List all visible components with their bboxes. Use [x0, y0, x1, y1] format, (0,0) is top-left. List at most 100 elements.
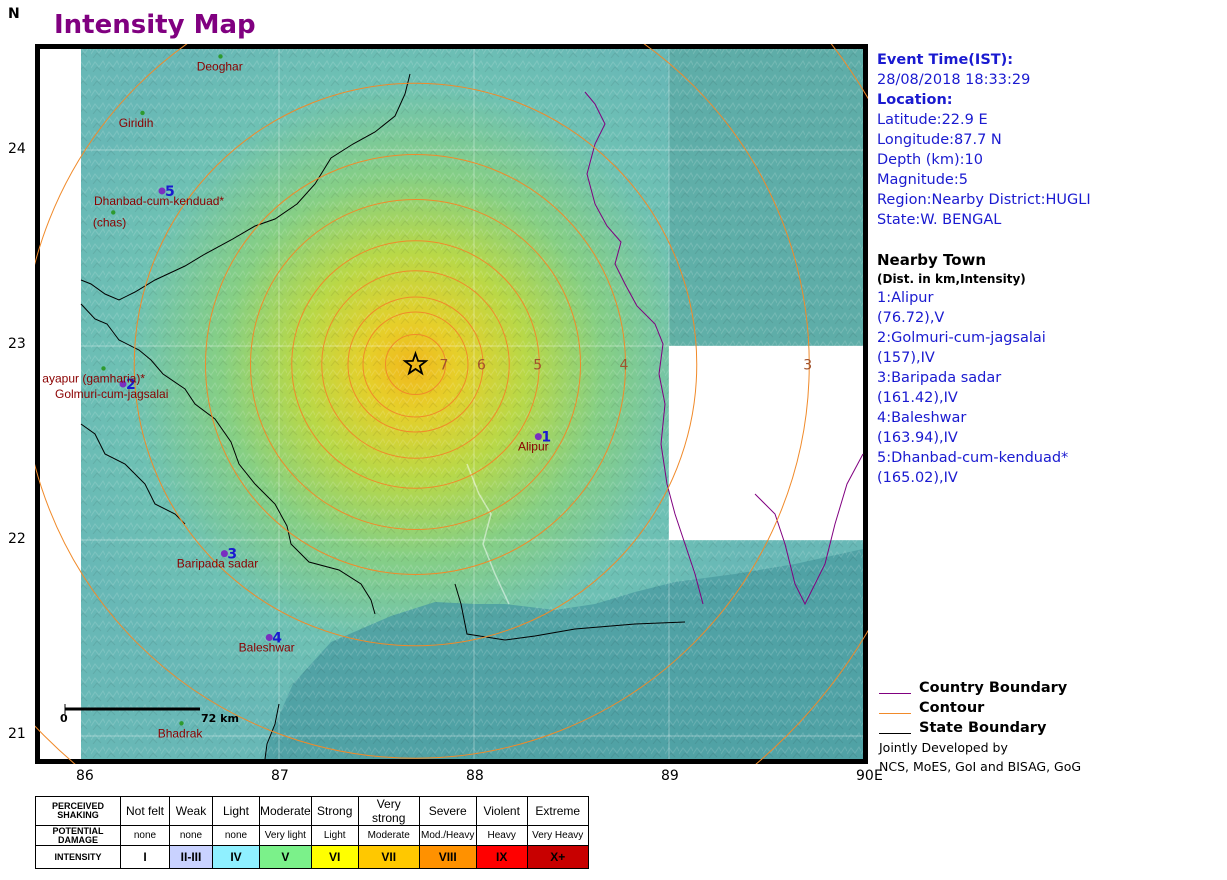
shaking-cell: Moderate [259, 796, 312, 826]
town-label: Deoghar [197, 59, 243, 73]
legend-line [879, 733, 911, 734]
intensity-cell: VIII [418, 845, 477, 869]
nearby-item-detail: (161.42),IV [877, 390, 958, 406]
longitude-value: Longitude:87.7 N [877, 132, 1002, 148]
longitude-tick: 87 [271, 768, 289, 784]
nearby-item-detail: (163.94),IV [877, 430, 958, 446]
town-label: Bhadrak [158, 726, 204, 740]
town-label: Dhanbad-cum-kenduad* [94, 194, 224, 208]
nearby-item: 1:Alipur (76.72),V [877, 288, 1217, 328]
map-legend: Country Boundary Contour State Boundary [877, 680, 1222, 740]
intensity-cell: VII [357, 845, 420, 869]
perceived-shaking-row: PERCEIVED SHAKING Not felt Weak Light Moder… [35, 796, 589, 826]
town-dot [111, 210, 116, 215]
damage-cell: Mod./Heavy [418, 825, 477, 846]
shaking-cell: Violent [475, 796, 528, 826]
magnitude-value: Magnitude:5 [877, 172, 968, 188]
legend-label: Country Boundary [919, 680, 1068, 696]
town-label: ayapur (gamharia)* [42, 371, 145, 385]
nearby-item-name: 2:Golmuri-cum-jagsalai [877, 330, 1046, 346]
contour-label: 4 [620, 358, 629, 374]
intensity-cell: V [259, 845, 312, 869]
nearby-item-name: 4:Baleshwar [877, 410, 967, 426]
no-data-tile [669, 346, 863, 540]
shaking-cell: Not felt [120, 796, 170, 826]
legend-label: Contour [919, 700, 985, 716]
scale-bar-end: 72 km [201, 712, 239, 725]
no-data-strip [40, 49, 81, 759]
intensity-cell: I [120, 845, 170, 869]
credit-line: Jointly Developed by [879, 740, 1008, 755]
nearby-title: Nearby Town [877, 251, 987, 269]
nearby-item: 5:Dhanbad-cum-kenduad* (165.02),IV [877, 448, 1217, 488]
row-label-perceived: PERCEIVED SHAKING [35, 796, 121, 826]
contour-label: 3 [803, 358, 812, 374]
nearby-item-detail: (76.72),V [877, 310, 945, 326]
intensity-map[interactable]: 7 6 5 4 3 Deoghar Giridih Dhanbad-cum-kenduad*… [35, 44, 868, 764]
scale-bar-start: 0 [60, 712, 68, 725]
legend-line [879, 713, 911, 714]
nearby-subtitle: (Dist. in km,Intensity) [877, 272, 1026, 286]
damage-cell: none [212, 825, 260, 846]
town-label: Baleshwar [239, 641, 295, 655]
row-label-intensity: INTENSITY [35, 845, 121, 869]
longitude-tick: 86 [76, 768, 94, 784]
nearby-item: 2:Golmuri-cum-jagsalai (157),IV [877, 328, 1217, 368]
damage-cell: Light [310, 825, 359, 846]
latitude-tick: 24 [8, 141, 26, 157]
damage-cell: none [120, 825, 170, 846]
credit-line: NCS, MoES, GoI and BISAG, GoG [879, 759, 1082, 774]
longitude-tick: 89 [661, 768, 679, 784]
longitude-tick: 90 [856, 768, 874, 784]
contour-label: 6 [477, 358, 486, 374]
event-time-label: Event Time(IST): [877, 52, 1014, 68]
legend-label: State Boundary [919, 720, 1047, 736]
credit-text: Jointly Developed by NCS, MoES, GoI and … [879, 738, 1081, 776]
nearby-item-name: 1:Alipur [877, 290, 934, 306]
intensity-scale-table: PERCEIVED SHAKING Not felt Weak Light Moder… [35, 796, 589, 869]
longitude-tick: 88 [466, 768, 484, 784]
town-label: Golmuri-cum-jagsalai [55, 387, 168, 401]
damage-cell: Heavy [475, 825, 528, 846]
location-label: Location: [877, 92, 953, 108]
town-dot [101, 366, 106, 371]
contour-label: 7 [440, 358, 449, 374]
town-number: 4 [272, 631, 282, 647]
legend-state-boundary: State Boundary [877, 720, 1222, 740]
latitude-tick: 23 [8, 336, 26, 352]
intensity-cell: IX [475, 845, 528, 869]
shaking-cell: Weak [169, 796, 213, 826]
event-info-panel: Event Time(IST): 28/08/2018 18:33:29 Loc… [877, 50, 1217, 230]
damage-cell: Very light [259, 825, 312, 846]
nearby-item-name: 3:Baripada sadar [877, 370, 1002, 386]
latitude-tick: 22 [8, 531, 26, 547]
nearby-item-detail: (165.02),IV [877, 470, 958, 486]
page-title: Intensity Map [54, 10, 256, 40]
damage-cell: Moderate [357, 825, 420, 846]
town-label: Baripada sadar [177, 557, 258, 571]
potential-damage-row: POTENTIAL DAMAGE none none none Very light L… [35, 825, 589, 846]
shaking-cell: Extreme [526, 796, 589, 826]
town-number: 5 [165, 184, 175, 200]
nearby-item-name: 5:Dhanbad-cum-kenduad* [877, 450, 1069, 466]
damage-cell: none [169, 825, 213, 846]
shaking-cell: Severe [418, 796, 477, 826]
town-number: 3 [227, 547, 237, 563]
intensity-cell: X+ [526, 845, 589, 869]
town-number: 1 [541, 430, 551, 446]
row-label-damage: POTENTIAL DAMAGE [35, 825, 121, 846]
legend-contour: Contour [877, 700, 1222, 720]
latitude-value: Latitude:22.9 E [877, 112, 988, 128]
map-canvas[interactable]: 7 6 5 4 3 Deoghar Giridih Dhanbad-cum-kenduad*… [35, 44, 868, 764]
nearby-item: 3:Baripada sadar (161.42),IV [877, 368, 1217, 408]
depth-value: Depth (km):10 [877, 152, 983, 168]
region-value: Region:Nearby District:HUGLI [877, 192, 1091, 208]
event-time-value: 28/08/2018 18:33:29 [877, 72, 1031, 88]
town-dot [218, 54, 223, 59]
town-label: (chas) [93, 215, 126, 229]
shaking-cell: Strong [310, 796, 359, 826]
intensity-cell: IV [212, 845, 260, 869]
north-marker: N [8, 6, 20, 22]
intensity-row: INTENSITY I II-III IV V VI VII VIII IX X+ [35, 845, 589, 869]
shaking-cell: Very strong [357, 796, 420, 826]
